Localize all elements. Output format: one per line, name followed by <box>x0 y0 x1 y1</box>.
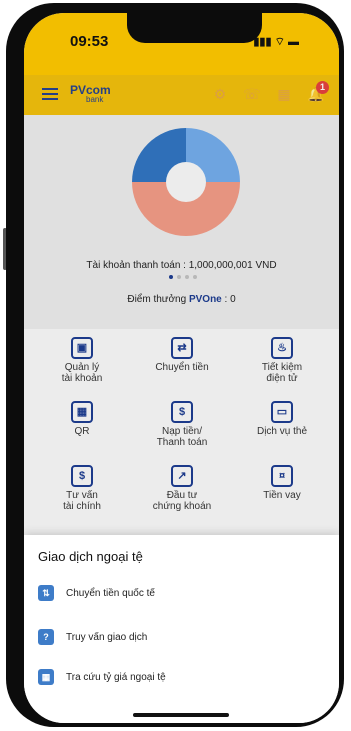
qr-code-icon: ▦ <box>71 401 93 423</box>
piggy-bank-icon: ♨ <box>271 337 293 359</box>
international-transfer-icon: ⇅ <box>38 585 54 601</box>
grid-item-label: Tiết kiệm điện tử <box>261 362 303 384</box>
reward-points: Điểm thưởng PVOne : 0 <box>24 294 339 305</box>
notch <box>127 13 262 43</box>
grid-item-label: QR <box>74 426 90 437</box>
grid-item-invest[interactable]: ↗ Đầu tư chứng khoán <box>132 465 232 512</box>
grid-item-label: Đầu tư chứng khoán <box>152 490 212 512</box>
card-icon: ▭ <box>271 401 293 423</box>
grid-item-label: Quản lý tài khoản <box>61 362 103 384</box>
pager-dot <box>169 275 173 279</box>
grid-item-card[interactable]: ▭ Dịch vụ thẻ <box>232 401 332 437</box>
sheet-item-label: Tra cứu tỷ giá ngoại tệ <box>66 671 166 683</box>
topup-icon: $ <box>171 401 193 423</box>
pager-dot <box>177 275 181 279</box>
points-label: Điểm thưởng <box>127 294 189 305</box>
points-value: : 0 <box>221 294 236 305</box>
status-time: 09:53 <box>70 33 109 50</box>
pager-dot <box>185 275 189 279</box>
sheet-item-label: Chuyển tiền quốc tế <box>66 587 155 599</box>
sheet-item-transaction-query[interactable]: ? Truy vấn giao dịch <box>38 629 147 645</box>
foreign-currency-sheet: Giao dịch ngoại tệ ⇅ Chuyển tiền quốc tế… <box>24 535 339 723</box>
grid-item-label: Nạp tiền/ Thanh toán <box>156 426 208 448</box>
donut-hole <box>166 162 206 202</box>
pager-dot <box>193 275 197 279</box>
balance-donut-chart <box>132 128 240 236</box>
transfer-icon: ⇄ <box>171 337 193 359</box>
screen: 09:53 ▮▮▮ ⌔ ▬ PVcom bank ⚙ ☏ ▦ 🔔 1 Tài k… <box>24 13 339 723</box>
grid-item-qr[interactable]: ▦ QR <box>32 401 132 437</box>
chart-icon: ↗ <box>171 465 193 487</box>
grid-item-transfer[interactable]: ⇄ Chuyển tiền <box>132 337 232 373</box>
sheet-item-label: Truy vấn giao dịch <box>66 631 148 643</box>
grid-item-advisory[interactable]: $ Tư vấn tài chính <box>32 465 132 512</box>
service-grid: ▣ Quản lý tài khoản ⇄ Chuyển tiền ♨ Tiết… <box>24 329 339 559</box>
status-indicators: ▮▮▮ ⌔ ▬ <box>253 36 299 48</box>
calendar-icon: $ <box>71 465 93 487</box>
wallet-icon: ▣ <box>71 337 93 359</box>
grid-item-label: Dịch vụ thẻ <box>256 426 308 437</box>
grid-item-label: Tiền vay <box>263 490 301 501</box>
grid-item-label: Chuyển tiền <box>155 362 209 373</box>
loan-icon: ¤ <box>271 465 293 487</box>
phone-frame: 09:53 ▮▮▮ ⌔ ▬ PVcom bank ⚙ ☏ ▦ 🔔 1 Tài k… <box>6 3 344 727</box>
grid-item-topup[interactable]: $ Nạp tiền/ Thanh toán <box>132 401 232 448</box>
sheet-item-exchange-rate[interactable]: ▦ Tra cứu tỷ giá ngoại tệ <box>38 669 166 685</box>
transaction-query-icon: ? <box>38 629 54 645</box>
grid-item-loan[interactable]: ¤ Tiền vay <box>232 465 332 501</box>
pager-dots <box>169 275 197 279</box>
points-brand: PVOne <box>188 294 222 305</box>
account-balance[interactable]: Tài khoản thanh toán : 1,000,000,001 VND <box>24 260 339 271</box>
exchange-rate-icon: ▦ <box>38 669 54 685</box>
grid-item-savings[interactable]: ♨ Tiết kiệm điện tử <box>232 337 332 384</box>
home-indicator[interactable] <box>133 713 229 717</box>
grid-item-account[interactable]: ▣ Quản lý tài khoản <box>32 337 132 384</box>
sheet-item-international-transfer[interactable]: ⇅ Chuyển tiền quốc tế <box>38 585 155 601</box>
grid-item-label: Tư vấn tài chính <box>63 490 101 512</box>
sheet-title: Giao dịch ngoại tệ <box>38 549 143 564</box>
